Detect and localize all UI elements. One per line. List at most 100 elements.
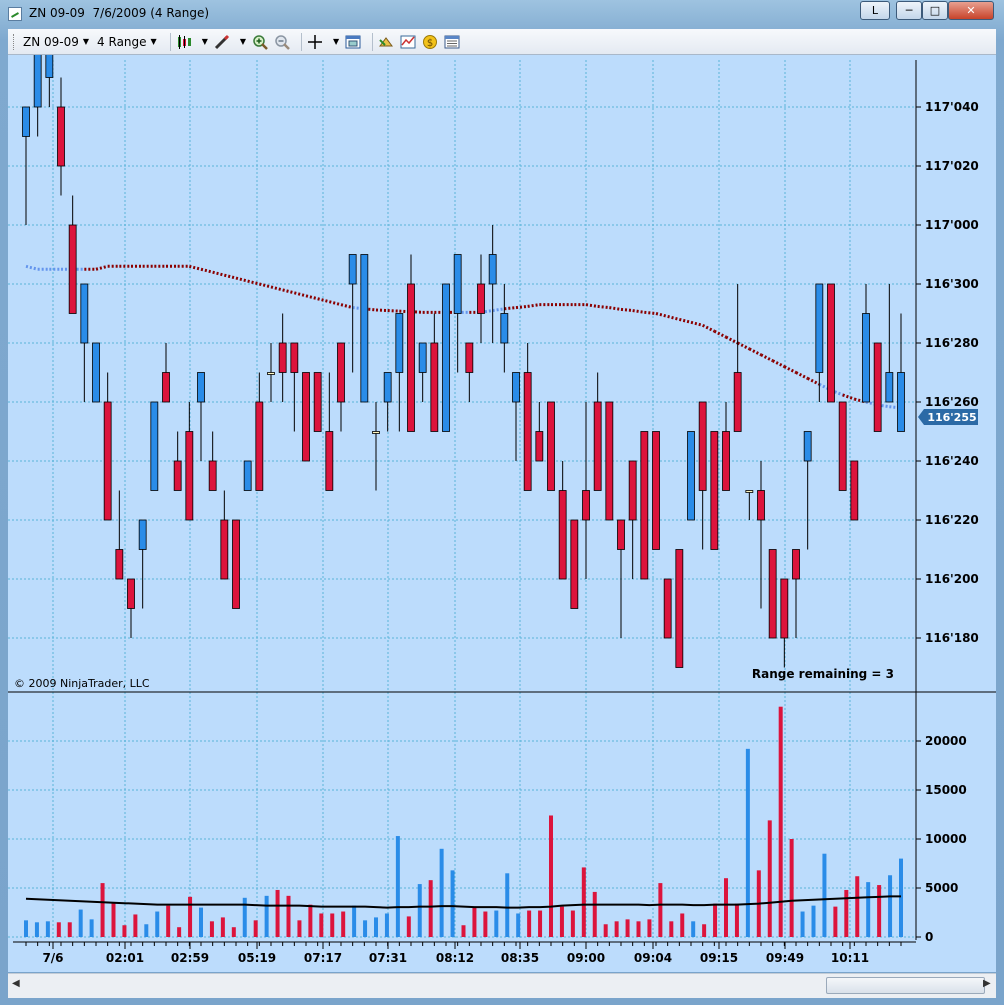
title-bar[interactable]: ZN 09-09 7/6/2009 (4 Range) L ─ □ ✕ xyxy=(0,0,1004,28)
volume-bar xyxy=(811,905,816,937)
maximize-button[interactable]: □ xyxy=(922,1,948,20)
moving-average-segment xyxy=(620,307,633,313)
volume-bar xyxy=(472,906,477,937)
candle-body xyxy=(733,372,742,432)
price-tick-label: 116'260 xyxy=(925,395,979,409)
period-label: 4 Range xyxy=(97,34,147,49)
moving-average-segment xyxy=(842,393,855,401)
toolbar-separator xyxy=(169,32,171,51)
volume-bar xyxy=(395,836,400,937)
volume-tick-label: 0 xyxy=(925,930,933,944)
candle-body xyxy=(80,283,89,344)
candle-body xyxy=(453,254,462,314)
volume-bar xyxy=(702,924,707,937)
volume-bar xyxy=(614,921,619,937)
candle-body xyxy=(185,431,194,521)
properties-icon[interactable] xyxy=(345,34,361,50)
instrument-selector[interactable]: ZN 09-09 ▼ xyxy=(23,35,89,49)
candle-body xyxy=(873,342,882,432)
volume-bar xyxy=(483,911,488,937)
candle-body xyxy=(885,372,894,403)
candle-body xyxy=(675,549,684,668)
moving-average-segment xyxy=(223,273,237,280)
candle-body xyxy=(465,342,474,373)
scroll-thumb[interactable] xyxy=(826,977,985,994)
pencil-icon[interactable] xyxy=(214,34,230,50)
volume-bar xyxy=(56,922,61,937)
candle-body xyxy=(127,578,135,609)
candle-body xyxy=(278,342,287,373)
zoom-in-icon[interactable] xyxy=(252,34,268,50)
moving-average-segment xyxy=(690,320,704,327)
price-tick-label: 116'220 xyxy=(925,513,979,527)
moving-average-segment xyxy=(293,291,307,298)
volume-bar xyxy=(253,920,258,937)
volume-bar xyxy=(428,880,433,937)
horizontal-scrollbar[interactable]: ◀ ▶ xyxy=(8,973,996,998)
chevron-down-icon[interactable]: ▼ xyxy=(240,37,246,46)
volume-bar xyxy=(384,913,389,937)
coin-icon[interactable]: $ xyxy=(422,34,438,50)
close-button[interactable]: ✕ xyxy=(948,1,994,20)
volume-bar xyxy=(374,917,378,937)
layout-button[interactable]: L xyxy=(860,1,890,20)
candle-body xyxy=(523,372,532,491)
time-tick-label: 09:04 xyxy=(634,951,672,965)
volume-bar xyxy=(527,910,532,937)
chart-area[interactable]: 116'180 116'200 116'220 116'240 116'260 116'2… xyxy=(8,0,996,972)
candle-body xyxy=(348,254,357,285)
candle-body xyxy=(197,372,205,403)
moving-average-segment xyxy=(748,347,762,357)
chevron-down-icon[interactable]: ▼ xyxy=(202,37,208,46)
moving-average-segment xyxy=(340,303,354,310)
zoom-out-icon[interactable] xyxy=(274,34,290,50)
toolbar-grip[interactable] xyxy=(13,33,17,50)
volume-bar xyxy=(822,853,827,937)
volume-bar xyxy=(417,884,422,937)
time-tick-label: 08:35 xyxy=(501,951,539,965)
time-tick-label: 10:11 xyxy=(831,951,869,965)
svg-text:$: $ xyxy=(427,38,433,49)
minimize-button[interactable]: ─ xyxy=(896,1,922,20)
price-tick-label: 116'280 xyxy=(925,336,979,350)
volume-bar xyxy=(592,891,597,937)
candle-body xyxy=(243,460,252,491)
chevron-down-icon[interactable]: ▼ xyxy=(333,37,339,46)
volume-bar xyxy=(341,911,346,937)
volume-bar xyxy=(713,903,718,937)
volume-bar xyxy=(67,922,72,937)
candle-body xyxy=(605,401,614,521)
candle-body xyxy=(850,460,859,521)
volume-bar xyxy=(538,910,543,937)
scroll-left-icon[interactable]: ◀ xyxy=(12,978,20,989)
candlestick-icon[interactable] xyxy=(176,34,192,50)
moving-average-segment xyxy=(713,329,727,339)
moving-average-segment xyxy=(527,303,540,308)
volume-bar xyxy=(319,913,324,937)
moving-average-segment xyxy=(492,307,505,313)
candle-body xyxy=(232,519,240,609)
volume-bar xyxy=(177,927,182,937)
candle-body xyxy=(488,254,497,285)
period-selector[interactable]: 4 Range ▼ xyxy=(97,35,157,49)
indicator-icon[interactable] xyxy=(400,34,416,50)
moving-average-segment xyxy=(609,306,622,311)
candle-body xyxy=(430,342,439,432)
candle-body xyxy=(698,401,707,491)
chart-canvas[interactable]: 116'180 116'200 116'220 116'240 116'260 116'2… xyxy=(8,0,996,972)
volume-bar xyxy=(789,839,794,937)
candle-body xyxy=(162,372,170,403)
data-box-icon[interactable] xyxy=(444,34,460,50)
volume-bar xyxy=(363,920,368,937)
volume-bar xyxy=(866,882,871,937)
scroll-right-icon[interactable]: ▶ xyxy=(983,978,991,989)
time-tick-label: 05:19 xyxy=(238,951,276,965)
moving-average-segment xyxy=(375,308,388,313)
volume-bar xyxy=(45,921,50,937)
moving-average-segment xyxy=(771,359,786,368)
moving-average-segment xyxy=(701,323,716,333)
volume-bar xyxy=(603,924,608,937)
crosshair-icon[interactable] xyxy=(307,34,323,50)
strategy-icon[interactable] xyxy=(378,34,394,50)
candle-body xyxy=(325,431,334,491)
